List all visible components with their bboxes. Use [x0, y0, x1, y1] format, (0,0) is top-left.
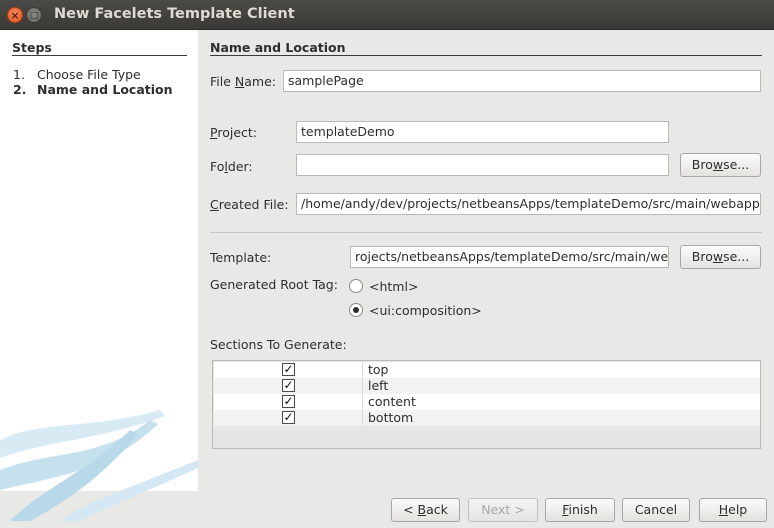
template-label: Template:	[210, 250, 272, 265]
section-top-checkbox[interactable]: ✓	[282, 363, 295, 376]
back-button[interactable]: < Back	[391, 498, 460, 522]
step-2-label: Name and Location	[37, 82, 173, 97]
sections-label: Sections To Generate:	[210, 337, 347, 352]
help-button[interactable]: Help	[699, 498, 767, 522]
section-left-checkbox[interactable]: ✓	[282, 379, 295, 392]
section-divider	[210, 55, 762, 56]
maximize-icon: □	[29, 11, 39, 21]
project-field[interactable]: templateDemo	[296, 121, 669, 143]
next-button[interactable]: Next >	[468, 498, 538, 522]
section-bottom-checkbox[interactable]: ✓	[282, 411, 295, 424]
section-name: bottom	[368, 410, 414, 425]
root-tag-composition-radio[interactable]	[349, 303, 363, 317]
step-1-label: Choose File Type	[37, 67, 141, 82]
cancel-button[interactable]: Cancel	[622, 498, 690, 522]
steps-divider	[12, 55, 187, 56]
root-tag-html-label[interactable]: <html>	[369, 279, 418, 294]
window-title: New Facelets Template Client	[54, 6, 295, 22]
created-file-field[interactable]: /home/andy/dev/projects/netbeansApps/tem…	[296, 193, 761, 215]
created-file-label: Created File:	[210, 197, 289, 212]
form-separator	[210, 232, 762, 233]
close-window-button[interactable]: ×	[7, 7, 23, 23]
section-name: content	[368, 394, 416, 409]
table-row[interactable]: ✓ left	[214, 378, 760, 394]
close-icon: ×	[10, 9, 20, 22]
template-field[interactable]: rojects/netbeansApps/templateDemo/src/ma…	[350, 246, 669, 268]
steps-title: Steps	[12, 40, 52, 55]
section-name: top	[368, 362, 389, 377]
table-row[interactable]: ✓ content	[214, 394, 760, 410]
section-name: left	[368, 378, 389, 393]
table-row[interactable]: ✓ bottom	[214, 410, 760, 426]
sections-table[interactable]: ✓ top ✓ left ✓ content ✓ bottom	[212, 360, 761, 449]
root-tag-label: Generated Root Tag:	[210, 277, 338, 292]
window-titlebar[interactable]: × □ New Facelets Template Client	[0, 0, 774, 30]
file-name-field[interactable]: samplePage	[283, 70, 761, 92]
wizard-swoosh-graphic	[0, 410, 198, 521]
table-row[interactable]: ✓ top	[214, 362, 760, 378]
folder-label: Folder:	[210, 159, 253, 174]
folder-browse-button[interactable]: Browse...	[680, 153, 761, 177]
finish-button[interactable]: Finish	[545, 498, 615, 522]
section-content-checkbox[interactable]: ✓	[282, 395, 295, 408]
root-tag-html-radio[interactable]	[349, 279, 363, 293]
file-name-label: File Name:	[210, 74, 276, 89]
template-browse-button[interactable]: Browse...	[680, 245, 761, 269]
section-title: Name and Location	[210, 40, 346, 55]
steps-panel: Steps 1. Choose File Type 2. Name and Lo…	[0, 30, 198, 521]
project-label: Project:	[210, 125, 257, 140]
step-1-number: 1.	[13, 67, 25, 82]
folder-field[interactable]	[296, 154, 669, 176]
root-tag-composition-label[interactable]: <ui:composition>	[369, 303, 482, 318]
maximize-window-button[interactable]: □	[26, 7, 42, 23]
step-2-number: 2.	[13, 82, 27, 97]
